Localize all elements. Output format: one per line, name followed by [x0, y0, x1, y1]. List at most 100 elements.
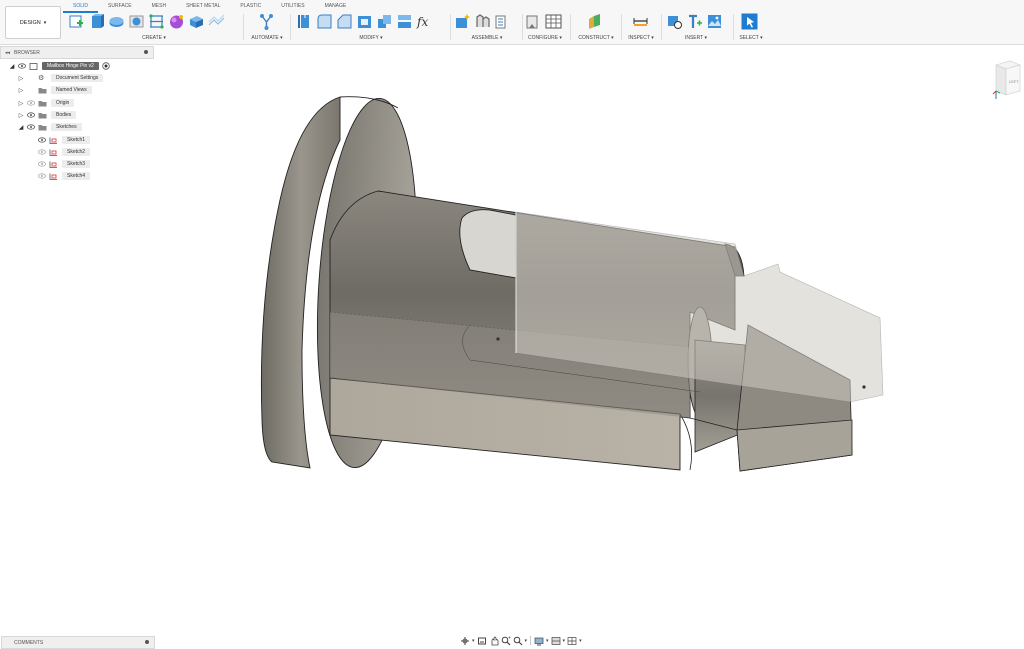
browser-sketch-item[interactable]: Sketch4 [38, 171, 91, 181]
tab-surface[interactable]: SURFACE [98, 0, 142, 11]
nav-divider [530, 636, 532, 645]
revolve-icon[interactable] [108, 13, 125, 30]
browser-item-bodies[interactable]: ▷ Bodies [18, 110, 77, 120]
comments-panel[interactable]: COMMENTS [1, 636, 155, 649]
joint-icon[interactable] [474, 13, 491, 30]
expand-right-icon[interactable]: ▷ [18, 87, 24, 94]
box-icon[interactable] [188, 13, 205, 30]
browser-sketch-item[interactable]: Sketch1 [38, 135, 91, 145]
grid-snap-icon[interactable] [551, 636, 561, 646]
browser-item-origin[interactable]: ▷ Origin [18, 98, 75, 108]
eye-icon[interactable] [27, 124, 35, 130]
sweep-icon[interactable] [128, 13, 145, 30]
orbit-icon[interactable] [460, 636, 470, 646]
sketch-icon [49, 173, 57, 180]
insert-menu[interactable]: INSERT ▾ [666, 35, 726, 41]
pattern-icon[interactable] [208, 13, 225, 30]
offset-plane-icon[interactable] [586, 13, 603, 30]
sketch-label: Sketch3 [62, 160, 91, 168]
folder-icon [38, 112, 47, 118]
viewports-icon[interactable] [567, 636, 577, 646]
svg-text:fx: fx [416, 15, 428, 29]
browser-root[interactable]: ◢ Mailbox Hinge Pin v2 [9, 61, 110, 71]
workspace-switcher[interactable]: DESIGN ▾ [5, 6, 61, 39]
viewports-dropdown-icon[interactable]: ▾ [579, 638, 582, 644]
model-viewport[interactable] [155, 45, 1024, 633]
expand-right-icon[interactable]: ▷ [18, 75, 24, 82]
root-component-label: Mailbox Hinge Pin v2 [42, 62, 99, 70]
browser-sketch-item[interactable]: Sketch3 [38, 159, 91, 169]
zoom-window-icon[interactable] [513, 636, 523, 646]
pan-icon[interactable] [489, 635, 499, 646]
insert-mesh-icon[interactable] [686, 13, 703, 30]
split-body-icon[interactable] [396, 13, 413, 30]
sketch-label: Sketch1 [62, 136, 91, 144]
new-component-icon[interactable] [454, 13, 471, 30]
look-at-icon[interactable] [477, 636, 487, 646]
zoom-dropdown-icon[interactable]: ▾ [525, 638, 528, 644]
create-menu[interactable]: CREATE ▾ [68, 35, 240, 41]
tab-sheet-metal[interactable]: SHEET METAL [176, 0, 230, 11]
expand-right-icon[interactable]: ▷ [18, 112, 24, 119]
select-menu[interactable]: SELECT ▾ [737, 35, 765, 41]
configure-icon[interactable] [525, 13, 542, 30]
tab-manage[interactable]: MANAGE [315, 0, 357, 11]
eye-hidden-icon[interactable] [38, 161, 46, 167]
browser-item-sketches[interactable]: ◢ Sketches [18, 122, 82, 132]
parameters-icon[interactable]: fx [416, 13, 433, 30]
eye-hidden-icon[interactable] [38, 149, 46, 155]
orbit-dropdown-icon[interactable]: ▾ [472, 638, 475, 644]
select-icon[interactable] [741, 13, 758, 30]
assemble-menu[interactable]: ASSEMBLE ▾ [454, 35, 520, 41]
inspect-menu[interactable]: INSPECT ▾ [624, 35, 658, 41]
collapse-icon[interactable]: ◂◂ [5, 50, 10, 56]
automate-icon[interactable] [258, 13, 275, 30]
browser-sketch-item[interactable]: Sketch2 [38, 147, 91, 157]
zoom-icon[interactable] [501, 636, 511, 646]
expand-down-icon[interactable]: ◢ [18, 124, 24, 131]
toolbar-divider [450, 14, 451, 40]
modify-menu[interactable]: MODIFY ▾ [296, 35, 446, 41]
comments-add-icon[interactable] [145, 640, 149, 644]
expand-down-icon[interactable]: ◢ [9, 63, 15, 70]
construct-menu[interactable]: CONSTRUCT ▾ [574, 35, 618, 41]
shell-icon[interactable] [356, 13, 373, 30]
construct-group: CONSTRUCT ▾ [574, 11, 618, 43]
eye-hidden-icon[interactable] [27, 100, 35, 106]
sketch-point [862, 385, 866, 389]
loft-icon[interactable] [148, 13, 165, 30]
eye-hidden-icon[interactable] [38, 173, 46, 179]
tab-mesh[interactable]: MESH [142, 0, 176, 11]
display-settings-icon[interactable] [534, 636, 544, 646]
insert-derive-icon[interactable] [666, 13, 683, 30]
comments-title: COMMENTS [14, 639, 44, 646]
measure-icon[interactable] [632, 13, 649, 30]
extrude-icon[interactable] [88, 13, 105, 30]
as-built-joint-icon[interactable] [494, 13, 511, 30]
tab-plastic[interactable]: PLASTIC [230, 0, 271, 11]
display-dropdown-icon[interactable]: ▾ [546, 638, 549, 644]
pin-icon[interactable] [144, 50, 148, 54]
browser-item-named-views[interactable]: ▷ Named Views [18, 85, 92, 95]
new-sketch-icon[interactable] [68, 13, 85, 30]
form-icon[interactable] [168, 13, 185, 30]
press-pull-icon[interactable] [296, 13, 313, 30]
tab-utilities[interactable]: UTILITIES [271, 0, 314, 11]
insert-canvas-icon[interactable] [706, 13, 723, 30]
configure-group: CONFIGURE ▾ [525, 11, 565, 43]
browser-item-document-settings[interactable]: ▷ ⚙ Document Settings [18, 73, 104, 83]
fillet-icon[interactable] [316, 13, 333, 30]
chamfer-icon[interactable] [336, 13, 353, 30]
eye-icon[interactable] [27, 112, 35, 118]
browser-item-label: Bodies [51, 111, 77, 119]
configuration-table-icon[interactable] [545, 13, 562, 30]
grid-dropdown-icon[interactable]: ▾ [563, 638, 566, 644]
configure-menu[interactable]: CONFIGURE ▾ [525, 35, 565, 41]
eye-icon[interactable] [18, 63, 26, 69]
activate-radio-icon[interactable] [102, 62, 110, 70]
sketch-point [496, 337, 500, 341]
combine-icon[interactable] [376, 13, 393, 30]
expand-right-icon[interactable]: ▷ [18, 100, 24, 107]
automate-menu[interactable]: AUTOMATE ▾ [247, 35, 287, 41]
eye-icon[interactable] [38, 137, 46, 143]
